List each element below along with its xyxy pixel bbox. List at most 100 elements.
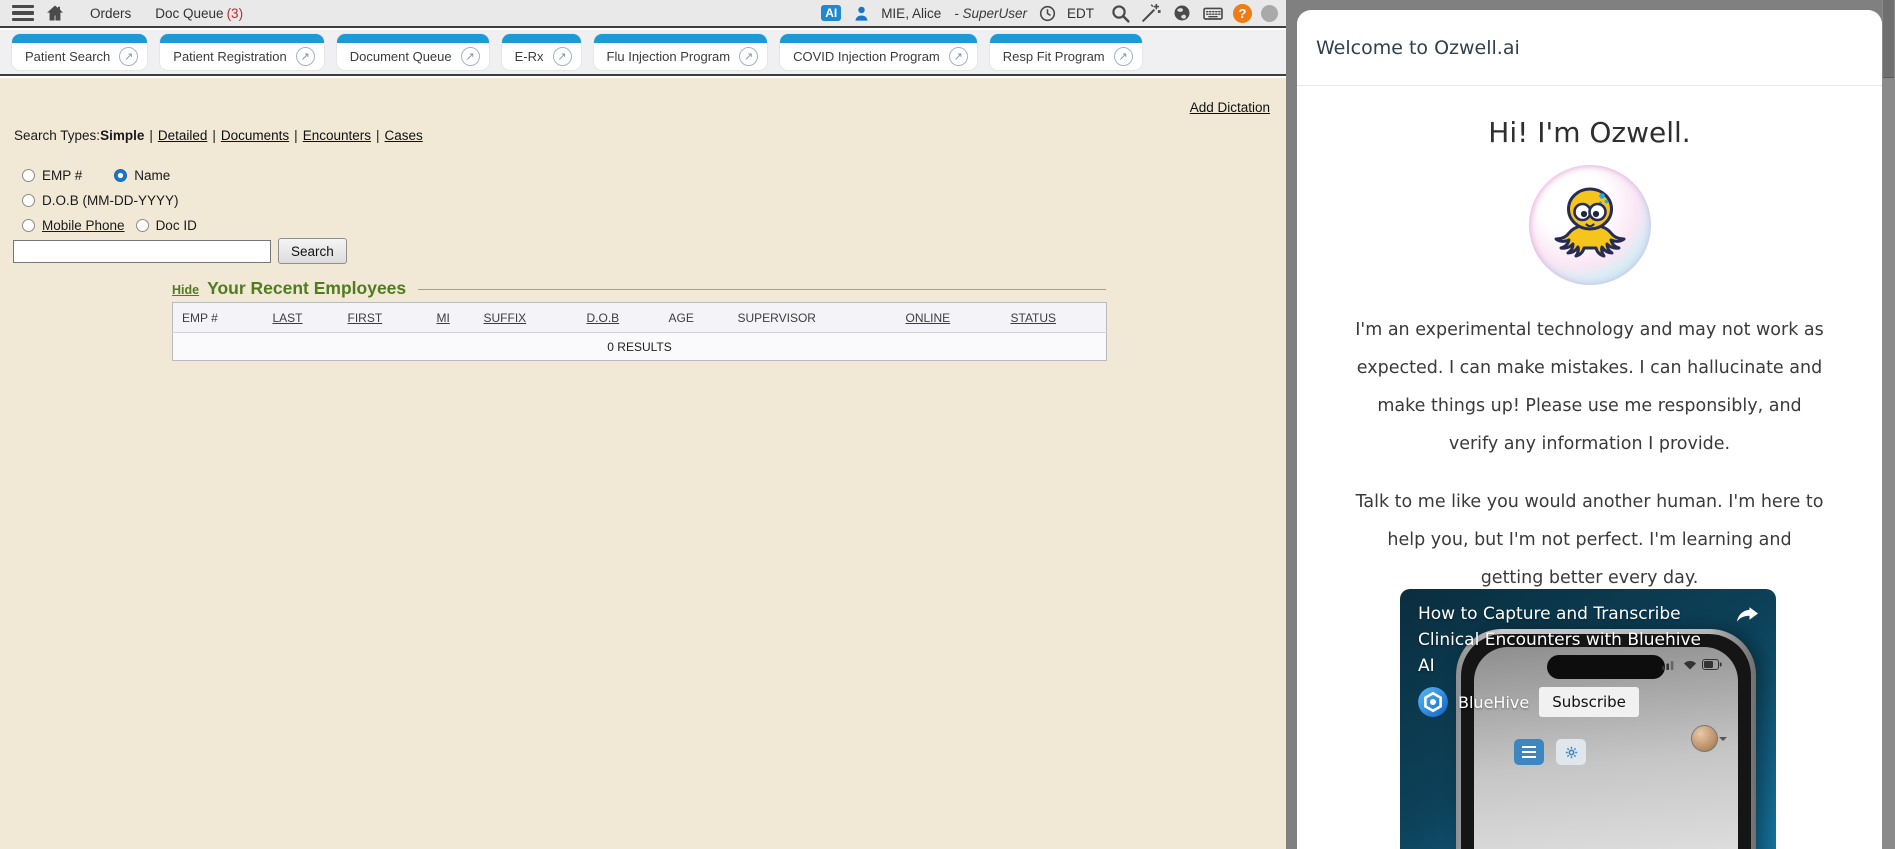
home-icon[interactable]	[44, 2, 66, 24]
octopus-icon	[1540, 175, 1640, 275]
radio-emp-number[interactable]	[22, 169, 35, 182]
radio-row-1: EMP # Name	[22, 168, 170, 183]
subscribe-button[interactable]: Subscribe	[1539, 687, 1639, 717]
tab-label: Flu Injection Program	[607, 49, 731, 64]
menu-orders[interactable]: Orders	[90, 6, 131, 21]
recent-employees-section: Hide Your Recent Employees EMP # LAST FI…	[172, 278, 1106, 361]
phone-settings-button	[1556, 739, 1586, 765]
add-dictation-link[interactable]: Add Dictation	[1190, 100, 1270, 115]
doc-queue-count: (3)	[227, 6, 244, 21]
external-link-icon[interactable]: ↗	[1114, 47, 1133, 66]
table-header-row: EMP # LAST FIRST MI SUFFIX D.O.B AGE SUP…	[173, 303, 1107, 333]
search-types-label: Search Types:	[14, 128, 100, 143]
ozwell-octopus-avatar	[1529, 165, 1651, 285]
tab-label: Resp Fit Program	[1003, 49, 1105, 64]
tab-flu-injection-program[interactable]: Flu Injection Program ↗	[594, 34, 768, 70]
scrollbar-thumb[interactable]	[1883, 0, 1894, 78]
youtube-video-embed[interactable]: How to Capture and Transcribe Clinical E…	[1400, 589, 1776, 849]
search-type-detailed[interactable]: Detailed	[158, 128, 208, 143]
tab-label: COVID Injection Program	[793, 49, 940, 64]
external-link-icon[interactable]: ↗	[296, 47, 315, 66]
ozwell-panel: Welcome to Ozwell.ai Hi! I'm Ozwell. I'm…	[1286, 0, 1895, 849]
radio-name[interactable]	[114, 169, 127, 182]
recent-employees-table: EMP # LAST FIRST MI SUFFIX D.O.B AGE SUP…	[172, 302, 1107, 361]
col-supervisor: SUPERVISOR	[729, 303, 897, 333]
search-button[interactable]: Search	[278, 238, 347, 264]
search-type-simple[interactable]: Simple	[100, 128, 144, 143]
radio-name-label[interactable]: Name	[134, 168, 170, 183]
clock-icon[interactable]	[1036, 2, 1058, 24]
bluehive-logo-icon[interactable]	[1418, 687, 1448, 717]
tab-covid-injection-program[interactable]: COVID Injection Program ↗	[780, 34, 977, 70]
external-link-icon[interactable]: ↗	[949, 47, 968, 66]
tab-label: Patient Registration	[173, 49, 286, 64]
video-channel-row: BlueHive Subscribe	[1418, 687, 1639, 717]
radio-mobile-phone-label[interactable]: Mobile Phone	[42, 218, 125, 233]
keyboard-icon[interactable]	[1202, 2, 1224, 24]
hamburger-menu-icon[interactable]	[12, 5, 34, 21]
search-type-encounters[interactable]: Encounters	[303, 128, 371, 143]
ozwell-disclaimer-paragraph: I'm an experimental technology and may n…	[1355, 311, 1825, 463]
search-type-cases[interactable]: Cases	[385, 128, 423, 143]
user-role: - SuperUser	[954, 6, 1027, 21]
col-suffix[interactable]: SUFFIX	[475, 303, 578, 333]
search-type-documents[interactable]: Documents	[221, 128, 289, 143]
ozwell-greeting: Hi! I'm Ozwell.	[1297, 116, 1882, 149]
col-online[interactable]: ONLINE	[897, 303, 1002, 333]
search-icon[interactable]	[1109, 2, 1131, 24]
col-dob[interactable]: D.O.B	[578, 303, 660, 333]
tab-label: E-Rx	[515, 49, 544, 64]
radio-row-2: D.O.B (MM-DD-YYYY)	[22, 193, 179, 208]
radio-dob[interactable]	[22, 194, 35, 207]
legend-rule	[418, 289, 1106, 290]
radio-emp-number-label[interactable]: EMP #	[42, 168, 82, 183]
timezone-label: EDT	[1067, 6, 1094, 21]
col-first[interactable]: FIRST	[339, 303, 428, 333]
radio-doc-id-label[interactable]: Doc ID	[156, 218, 197, 233]
empty-results-text: 0 RESULTS	[173, 333, 1107, 361]
external-link-icon[interactable]: ↗	[739, 47, 758, 66]
tab-label: Patient Search	[25, 49, 110, 64]
tab-document-queue[interactable]: Document Queue ↗	[337, 34, 489, 70]
search-row: Search	[13, 238, 347, 264]
hide-link[interactable]: Hide	[172, 283, 199, 297]
ozwell-card: Welcome to Ozwell.ai Hi! I'm Ozwell. I'm…	[1297, 10, 1882, 849]
radio-mobile-phone[interactable]	[22, 219, 35, 232]
ozwell-help-paragraph: Talk to me like you would another human.…	[1355, 483, 1825, 597]
panel-scrollbar[interactable]	[1882, 0, 1895, 849]
tab-patient-registration[interactable]: Patient Registration ↗	[160, 34, 323, 70]
col-status[interactable]: STATUS	[1002, 303, 1107, 333]
recent-employees-title: Your Recent Employees	[207, 278, 406, 299]
globe-icon[interactable]	[1171, 2, 1193, 24]
radio-row-3: Mobile Phone Doc ID	[22, 218, 197, 233]
video-title[interactable]: How to Capture and Transcribe Clinical E…	[1418, 601, 1710, 679]
tab-patient-search[interactable]: Patient Search ↗	[12, 34, 147, 70]
phone-user-avatar	[1691, 725, 1718, 752]
tab-erx[interactable]: E-Rx ↗	[502, 34, 581, 70]
search-input[interactable]	[13, 240, 271, 263]
user-icon	[850, 2, 872, 24]
share-icon[interactable]	[1730, 601, 1762, 627]
help-icon[interactable]: ?	[1233, 4, 1252, 23]
empty-results-row: 0 RESULTS	[173, 333, 1107, 361]
phone-menu-button	[1514, 739, 1544, 765]
external-link-icon[interactable]: ↗	[461, 47, 480, 66]
col-mi[interactable]: MI	[428, 303, 475, 333]
external-link-icon[interactable]: ↗	[119, 47, 138, 66]
external-link-icon[interactable]: ↗	[553, 47, 572, 66]
ai-badge[interactable]: AI	[821, 5, 841, 21]
col-emp-number: EMP #	[173, 303, 264, 333]
status-indicator-icon[interactable]	[1261, 5, 1278, 22]
radio-dob-label[interactable]: D.O.B (MM-DD-YYYY)	[42, 193, 179, 208]
col-last[interactable]: LAST	[264, 303, 339, 333]
main-content: Add Dictation Search Types:Simple|Detail…	[0, 78, 1286, 849]
app-window: Orders Doc Queue(3) AI MIE, Alice - Supe…	[0, 0, 1895, 849]
user-name[interactable]: MIE, Alice	[881, 6, 941, 21]
tab-label: Document Queue	[350, 49, 452, 64]
menu-doc-queue[interactable]: Doc Queue(3)	[155, 6, 243, 21]
dictation-wand-icon[interactable]	[1140, 2, 1162, 24]
tab-resp-fit-program[interactable]: Resp Fit Program ↗	[990, 34, 1142, 70]
channel-name[interactable]: BlueHive	[1458, 693, 1529, 712]
radio-doc-id[interactable]	[136, 219, 149, 232]
ozwell-header: Welcome to Ozwell.ai	[1297, 10, 1882, 86]
